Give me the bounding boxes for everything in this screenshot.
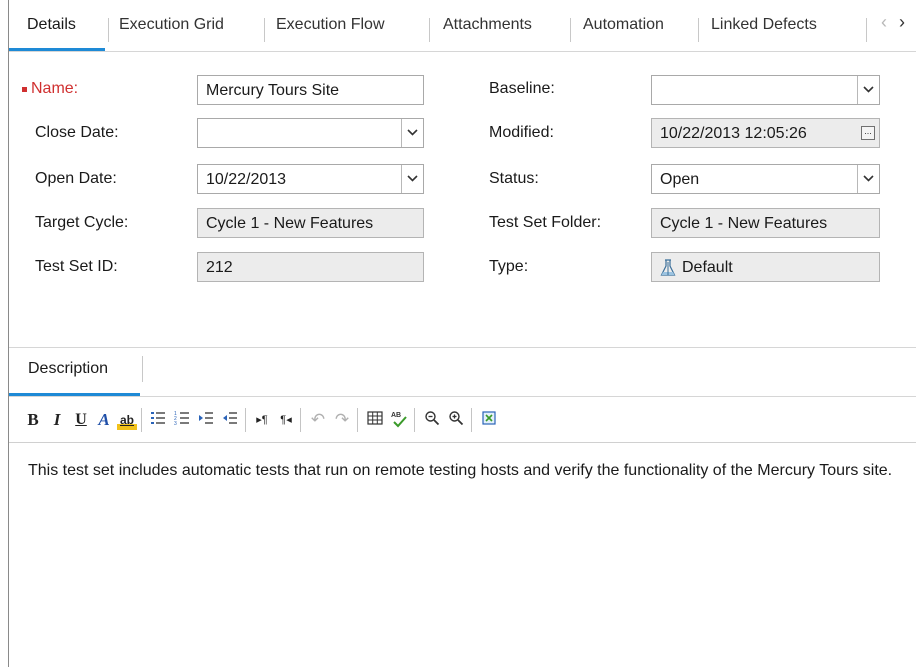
tab-separator	[142, 356, 143, 382]
toolbar-separator	[414, 408, 415, 432]
status-value: Open	[660, 171, 700, 188]
target-cycle-field[interactable]: Cycle 1 - New Features	[197, 208, 424, 238]
test-set-id-label: Test Set ID:	[35, 258, 118, 275]
type-value: Default	[682, 259, 733, 276]
toolbar-separator	[300, 408, 301, 432]
svg-text:3: 3	[174, 421, 177, 426]
tab-description[interactable]: Description	[28, 360, 108, 378]
modified-field: 10/22/2013 12:05:26 ...	[651, 118, 880, 148]
baseline-label: Baseline:	[489, 80, 555, 97]
rtl-icon[interactable]: ¶◂	[276, 410, 296, 430]
panel-left-border	[8, 0, 9, 667]
italic-icon[interactable]: I	[47, 410, 67, 430]
toolbar-separator	[357, 408, 358, 432]
tab-separator	[264, 18, 265, 42]
tab-details[interactable]: Details	[27, 16, 76, 44]
test-set-folder-label: Test Set Folder:	[489, 214, 602, 231]
indent-icon[interactable]	[196, 410, 216, 430]
toolbar-separator	[141, 408, 142, 432]
tab-attachments[interactable]: Attachments	[443, 16, 532, 44]
rich-text-toolbar: B I U A ab 123 ▸¶ ¶◂ ↶ ↷ AB	[9, 400, 916, 438]
name-field[interactable]: Mercury Tours Site	[197, 75, 424, 105]
baseline-field[interactable]	[651, 75, 880, 105]
test-set-folder-field[interactable]: Cycle 1 - New Features	[651, 208, 880, 238]
tab-execution-flow[interactable]: Execution Flow	[276, 16, 385, 44]
chevron-down-icon	[407, 129, 418, 136]
tab-bar: Details Execution Grid Execution Flow At…	[9, 0, 916, 52]
tab-bar-divider	[9, 51, 916, 52]
highlight-icon[interactable]: ab	[117, 410, 137, 430]
test-set-id-field: 212	[197, 252, 424, 282]
required-marker-icon	[22, 87, 27, 92]
numbered-list-icon[interactable]: 123	[172, 410, 192, 430]
toolbar-divider	[9, 442, 916, 443]
ellipsis-icon[interactable]: ...	[861, 126, 875, 140]
tab-execution-grid[interactable]: Execution Grid	[119, 16, 224, 44]
name-label: Name:	[31, 80, 79, 97]
underline-icon[interactable]: U	[71, 410, 91, 430]
table-icon[interactable]	[365, 410, 385, 430]
tab-separator	[108, 18, 109, 42]
toolbar-separator	[471, 408, 472, 432]
close-date-label: Close Date:	[35, 124, 119, 141]
description-tab-divider	[9, 396, 916, 397]
toolbar-separator	[245, 408, 246, 432]
tab-linked-defects[interactable]: Linked Defects	[711, 16, 817, 44]
tab-separator	[866, 18, 867, 42]
description-text[interactable]: This test set includes automatic tests t…	[20, 460, 912, 482]
undo-icon[interactable]: ↶	[308, 410, 328, 430]
close-date-dropdown-button[interactable]	[401, 119, 423, 147]
target-cycle-label: Target Cycle:	[35, 214, 129, 231]
open-date-value: 10/22/2013	[206, 171, 287, 188]
chevron-down-icon	[407, 175, 418, 182]
svg-text:AB: AB	[391, 412, 401, 419]
open-date-field[interactable]: 10/22/2013	[197, 164, 424, 194]
zoom-out-icon[interactable]	[422, 410, 442, 430]
outdent-icon[interactable]	[220, 410, 240, 430]
clear-format-icon[interactable]	[479, 410, 499, 430]
open-date-dropdown-button[interactable]	[401, 165, 423, 193]
tab-separator	[698, 18, 699, 42]
open-date-label: Open Date:	[35, 170, 117, 187]
close-date-field[interactable]	[197, 118, 424, 148]
font-color-icon[interactable]: A	[94, 410, 114, 430]
status-dropdown-button[interactable]	[857, 165, 879, 193]
status-field[interactable]: Open	[651, 164, 880, 194]
flask-icon	[660, 259, 676, 276]
ltr-icon[interactable]: ▸¶	[252, 410, 272, 430]
scroll-left-icon[interactable]: ‹	[881, 12, 887, 33]
baseline-dropdown-button[interactable]	[857, 76, 879, 104]
type-label: Type:	[489, 258, 529, 275]
modified-value: 10/22/2013 12:05:26	[660, 125, 807, 142]
tab-separator	[570, 18, 571, 42]
chevron-down-icon	[863, 86, 874, 93]
section-divider	[9, 347, 916, 348]
redo-icon[interactable]: ↷	[332, 410, 352, 430]
status-label: Status:	[489, 170, 539, 187]
bullet-list-icon[interactable]	[148, 410, 168, 430]
bold-icon[interactable]: B	[23, 410, 43, 430]
zoom-in-icon[interactable]	[446, 410, 466, 430]
type-field: Default	[651, 252, 880, 282]
tab-separator	[429, 18, 430, 42]
scroll-right-icon[interactable]: ›	[899, 12, 905, 33]
tab-automation[interactable]: Automation	[583, 16, 664, 44]
spellcheck-icon[interactable]: AB	[389, 410, 409, 430]
chevron-down-icon	[863, 175, 874, 182]
modified-label: Modified:	[489, 124, 554, 141]
